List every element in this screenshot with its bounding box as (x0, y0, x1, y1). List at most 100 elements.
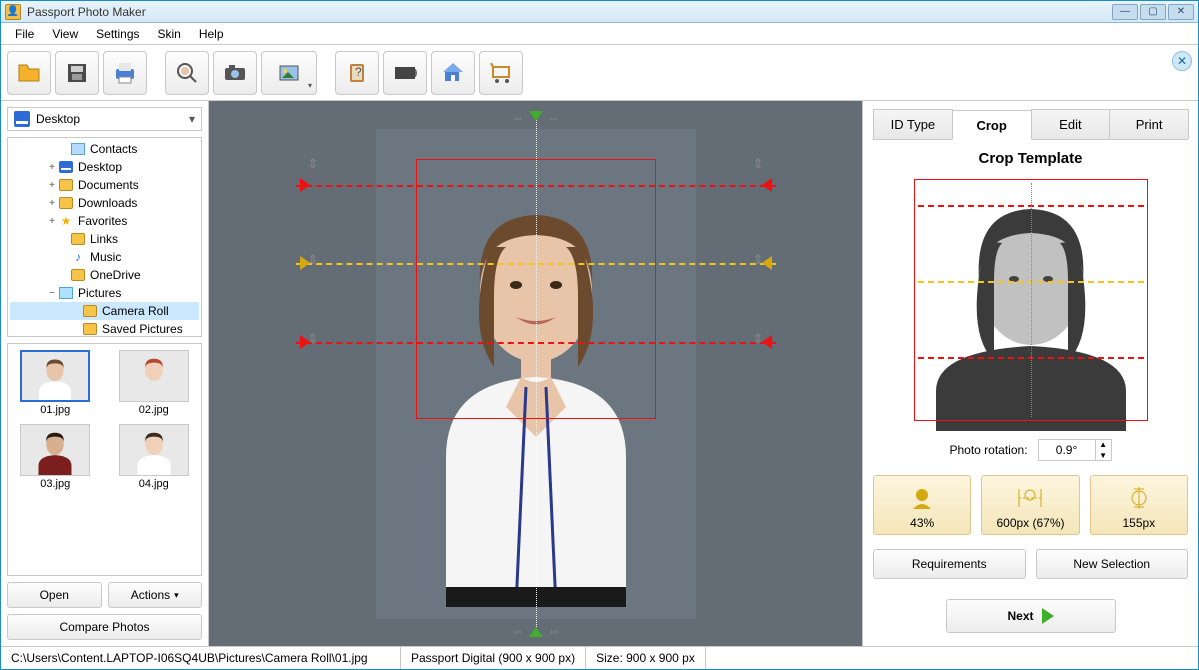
tree-item[interactable]: −Pictures (10, 284, 199, 302)
main-area: Desktop ▾ Contacts+Desktop+Documents+Dow… (1, 101, 1198, 646)
crop-rectangle[interactable] (416, 159, 656, 419)
app-icon: 👤 (5, 4, 21, 20)
close-panel-icon[interactable]: ✕ (1172, 51, 1192, 71)
tree-item[interactable]: +Downloads (10, 194, 199, 212)
tree-item[interactable]: +★Favorites (10, 212, 199, 230)
actions-label: Actions (131, 588, 170, 602)
open-button[interactable]: Open (7, 582, 102, 608)
tree-item[interactable]: ♪Music (10, 248, 199, 266)
metrics-row: 43% 600px (67%) 155px (873, 475, 1188, 535)
requirements-button[interactable]: Requirements (873, 549, 1026, 579)
tree-item[interactable]: +Desktop (10, 158, 199, 176)
tab-id-type[interactable]: ID Type (873, 109, 953, 139)
crop-template-preview (904, 173, 1158, 431)
metric-height[interactable]: 155px (1090, 475, 1188, 535)
resize-handle[interactable]: ⇔ (548, 624, 561, 637)
location-label: Desktop (36, 112, 80, 126)
photo-canvas[interactable]: ⇕ ⇕ ⇕ ⇕ ⇕ ⇕ ⇔ ⇔ ⇔ ⇔ (209, 101, 862, 646)
next-arrow-icon (1042, 608, 1054, 624)
next-label: Next (1007, 609, 1033, 623)
open-file-button[interactable] (7, 51, 51, 95)
menu-settings[interactable]: Settings (88, 25, 147, 43)
sidebar: Desktop ▾ Contacts+Desktop+Documents+Dow… (1, 101, 209, 646)
tab-edit[interactable]: Edit (1031, 109, 1111, 139)
handle-top-center[interactable] (529, 109, 543, 123)
resize-handle[interactable]: ⇕ (308, 332, 319, 345)
actions-button[interactable]: Actions ▾ (108, 582, 203, 608)
compare-photos-button[interactable]: Compare Photos (7, 614, 202, 640)
tree-item[interactable]: OneDrive (10, 266, 199, 284)
location-selector[interactable]: Desktop ▾ (7, 107, 202, 131)
tab-print[interactable]: Print (1109, 109, 1189, 139)
new-selection-button[interactable]: New Selection (1036, 549, 1189, 579)
tree-item[interactable]: +Documents (10, 176, 199, 194)
rotation-value[interactable] (1039, 440, 1095, 460)
menu-file[interactable]: File (7, 25, 42, 43)
thumbnail-grid: 01.jpg02.jpg03.jpg04.jpg (7, 343, 202, 576)
cart-button[interactable] (479, 51, 523, 95)
metric1-value: 43% (910, 516, 934, 530)
folder-tree[interactable]: Contacts+Desktop+Documents+Downloads+★Fa… (7, 137, 202, 337)
close-button[interactable]: ✕ (1168, 4, 1194, 20)
menu-view[interactable]: View (44, 25, 86, 43)
handle-bottom-center[interactable] (529, 625, 543, 639)
template-centerline (1031, 183, 1032, 417)
next-button[interactable]: Next (946, 599, 1116, 633)
effects-button[interactable]: ▾ (261, 51, 317, 95)
spin-up[interactable]: ▲ (1095, 439, 1111, 450)
minimize-button[interactable]: — (1112, 4, 1138, 20)
handle-right-top[interactable] (760, 178, 774, 192)
tree-item[interactable]: Contacts (10, 140, 199, 158)
rotation-spinner[interactable]: ▲ ▼ (1038, 439, 1112, 461)
statusbar: C:\Users\Content.LAPTOP-I06SQ4UB\Picture… (1, 646, 1198, 669)
resize-handle[interactable]: ⇕ (753, 157, 764, 170)
face-detect-button[interactable] (165, 51, 209, 95)
menubar: File View Settings Skin Help (1, 23, 1198, 45)
resize-handle[interactable]: ⇔ (512, 111, 525, 124)
resize-handle[interactable]: ⇕ (753, 253, 764, 266)
thumbnail[interactable]: 01.jpg (14, 350, 97, 416)
help-book-button[interactable]: ? (335, 51, 379, 95)
guide-head-top[interactable] (296, 185, 776, 187)
spin-down[interactable]: ▼ (1095, 450, 1111, 461)
video-button[interactable] (383, 51, 427, 95)
camera-button[interactable] (213, 51, 257, 95)
resize-handle[interactable]: ⇕ (308, 157, 319, 170)
thumbnail[interactable]: 03.jpg (14, 424, 97, 490)
guide-eye-line[interactable] (296, 263, 776, 265)
tab-crop[interactable]: Crop (952, 110, 1032, 140)
save-button[interactable] (55, 51, 99, 95)
resize-handle[interactable]: ⇕ (753, 332, 764, 345)
guide-chin-line[interactable] (296, 342, 776, 344)
svg-text:?: ? (355, 65, 362, 79)
thumbnail[interactable]: 04.jpg (113, 424, 196, 490)
resize-handle[interactable]: ⇔ (512, 624, 525, 637)
drive-icon (14, 111, 30, 127)
photo-preview: ⇕ ⇕ ⇕ ⇕ ⇕ ⇕ ⇔ ⇔ ⇔ ⇔ (376, 129, 696, 619)
menu-skin[interactable]: Skin (150, 25, 189, 43)
home-button[interactable] (431, 51, 475, 95)
toolbar: ▾ ? ✕ (1, 45, 1198, 101)
metric2-value: 600px (67%) (996, 516, 1064, 530)
print-button[interactable] (103, 51, 147, 95)
tree-item[interactable]: Saved Pictures (10, 320, 199, 337)
metric-width[interactable]: 600px (67%) (981, 475, 1079, 535)
rotation-row: Photo rotation: ▲ ▼ (873, 439, 1188, 461)
maximize-button[interactable]: ▢ (1140, 4, 1166, 20)
metric-head-ratio[interactable]: 43% (873, 475, 971, 535)
crop-template-title: Crop Template (873, 150, 1188, 167)
tree-item[interactable]: Links (10, 230, 199, 248)
thumbnail[interactable]: 02.jpg (113, 350, 196, 416)
resize-handle[interactable]: ⇕ (308, 253, 319, 266)
metric3-value: 155px (1122, 516, 1155, 530)
window-controls: — ▢ ✕ (1112, 4, 1194, 20)
status-template: Passport Digital (900 x 900 px) (401, 647, 586, 669)
menu-help[interactable]: Help (191, 25, 232, 43)
tree-item[interactable]: Camera Roll (10, 302, 199, 320)
resize-handle[interactable]: ⇔ (548, 111, 561, 124)
chevron-down-icon: ▾ (189, 112, 195, 126)
sidebar-actions: Open Actions ▾ Compare Photos (7, 582, 202, 640)
handle-left-top[interactable] (298, 178, 312, 192)
requirements-row: Requirements New Selection (873, 549, 1188, 579)
tabs: ID TypeCropEditPrint (873, 109, 1188, 140)
